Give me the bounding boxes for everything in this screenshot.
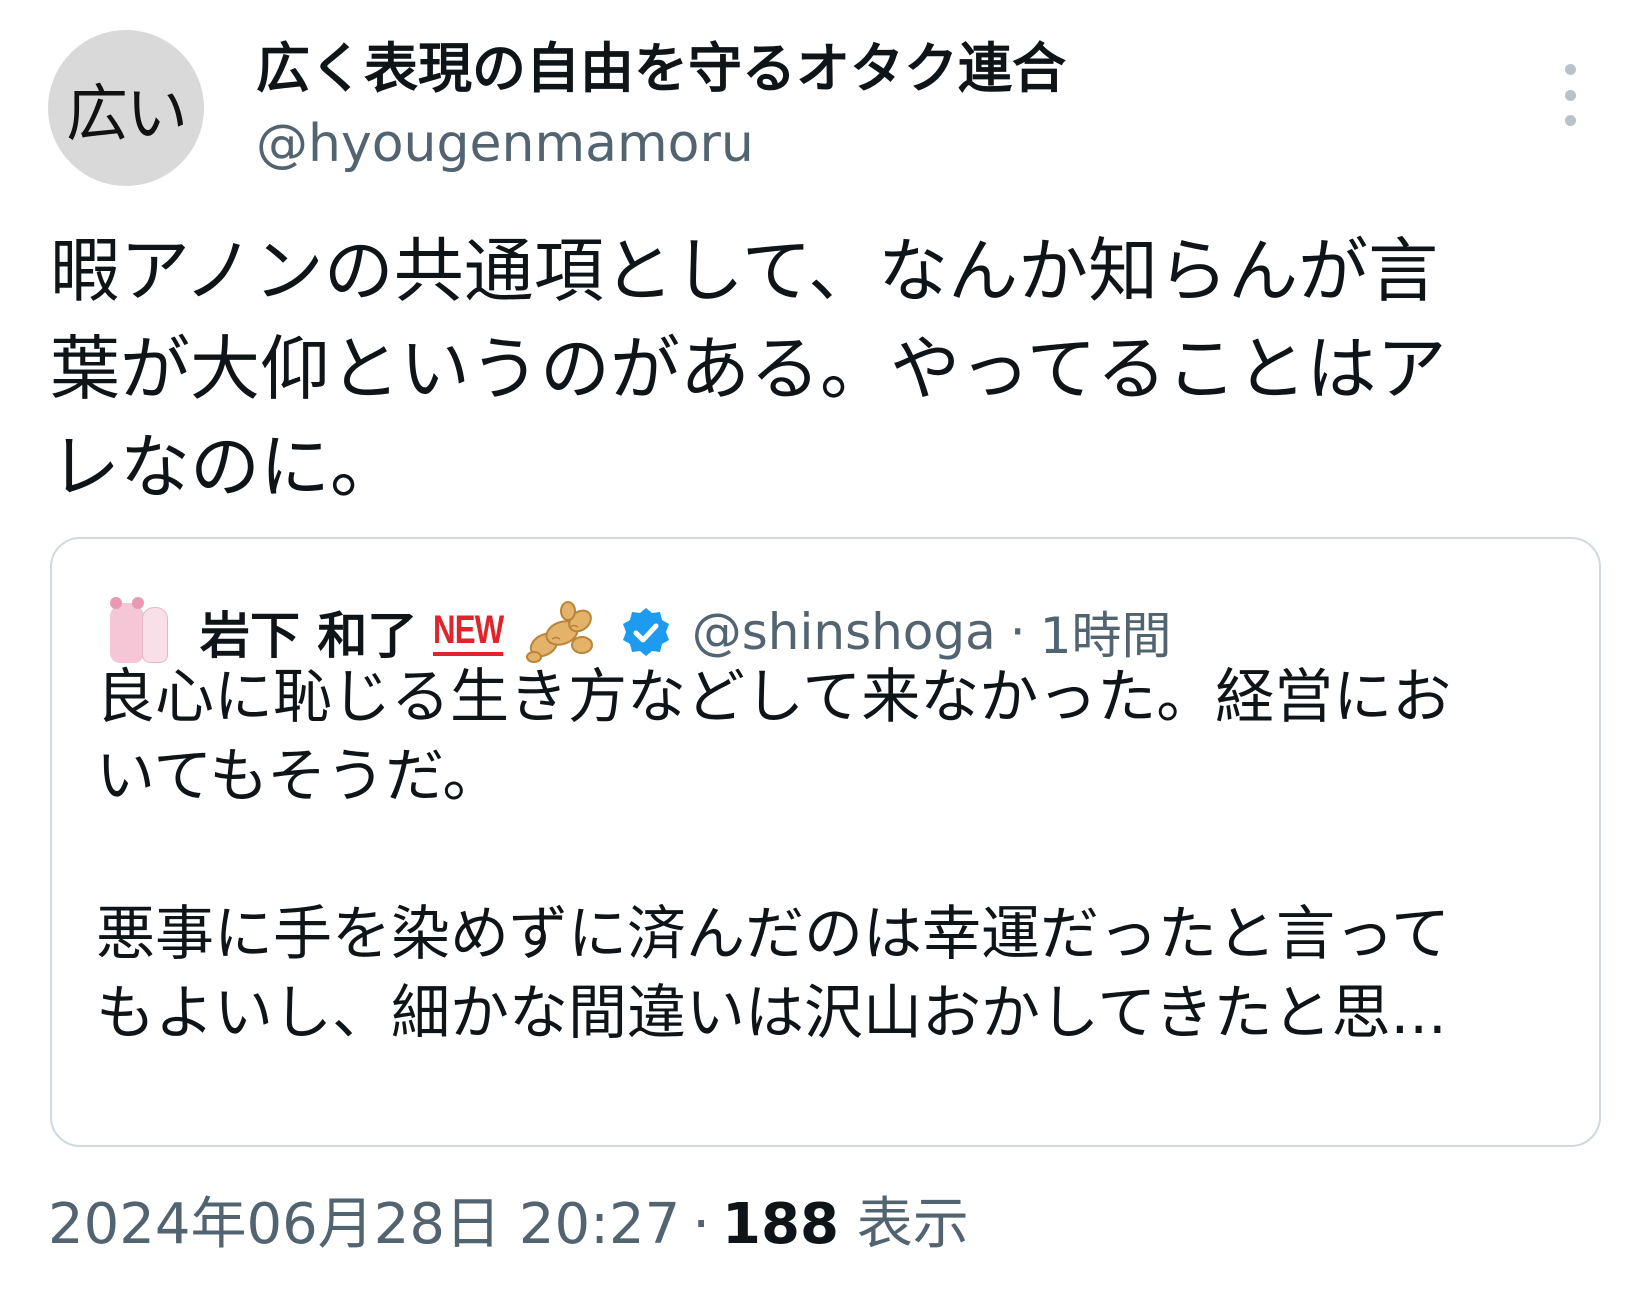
new-badge-icon: NEW (433, 608, 505, 656)
separator-dot: · (692, 1192, 711, 1257)
author-avatar[interactable]: 広い (48, 30, 204, 186)
views-count: 188 (722, 1192, 839, 1257)
quoted-tweet-text: 良心に恥じる生き方などして来なかった。経営にお いてもそうだ。 悪事に手を染めず… (96, 662, 1452, 1047)
more-vertical-icon (1564, 64, 1576, 75)
quoted-tweet-card[interactable]: 岩下 和了 NEW @shinshoga · 1時間 良心に恥じる生き方などして… (50, 537, 1601, 1147)
tweet-text: 暇アノンの共通項として、なんか知らんが言 葉が大仰というのがある。やってることは… (50, 230, 1447, 508)
separator-dot: · (1009, 603, 1026, 661)
more-options-button[interactable] (1548, 58, 1592, 132)
avatar-initials: 広い (65, 77, 188, 150)
tweet-timestamp[interactable]: 2024年06月28日 20:27 (48, 1192, 680, 1257)
ginger-icon (525, 601, 593, 663)
verified-badge-icon (622, 608, 669, 656)
more-vertical-icon-dot (1564, 115, 1576, 126)
tweet-meta: 2024年06月28日 20:27 · 188 表示 (48, 1190, 969, 1260)
author-display-name[interactable]: 広く表現の自由を守るオタク連合 (256, 36, 1066, 102)
tweet-detail: 広い 広く表現の自由を守るオタク連合 @hyougenmamoru 暇アノンの共… (0, 0, 1644, 1305)
quoted-author-handle[interactable]: @shinshoga (692, 603, 996, 661)
more-vertical-icon-dot (1564, 89, 1576, 101)
views-label: 表示 (856, 1192, 969, 1257)
author-handle[interactable]: @hyougenmamoru (256, 112, 754, 176)
